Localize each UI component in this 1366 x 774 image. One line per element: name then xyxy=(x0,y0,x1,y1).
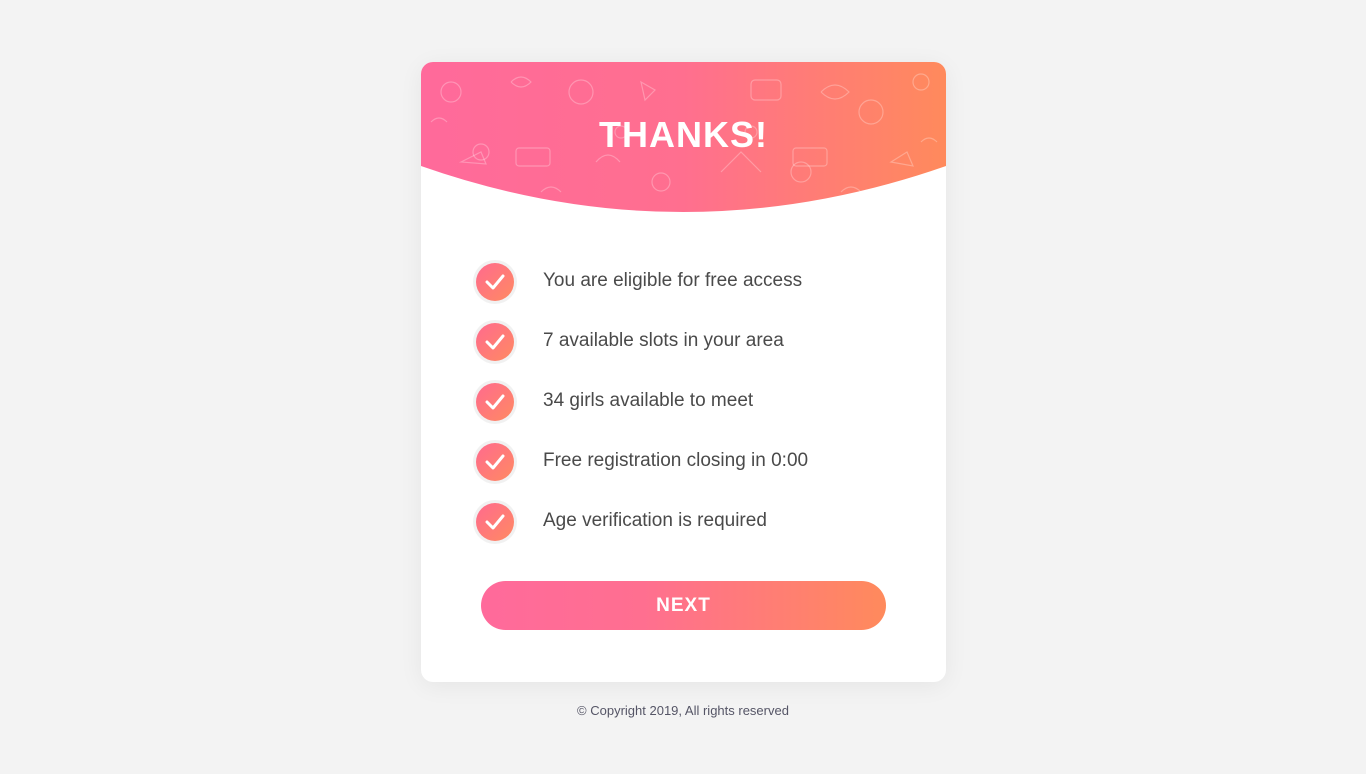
copyright-footer: © Copyright 2019, All rights reserved xyxy=(577,703,789,718)
list-item: 7 available slots in your area xyxy=(473,318,913,378)
check-badge xyxy=(473,440,517,484)
check-badge xyxy=(473,320,517,364)
checklist: You are eligible for free access 7 avail… xyxy=(473,258,913,558)
list-item: Age verification is required xyxy=(473,498,913,558)
check-badge xyxy=(473,500,517,544)
check-badge xyxy=(473,260,517,304)
list-item-label: You are eligible for free access xyxy=(543,270,803,291)
list-item-label: Free registration closing in 0:00 xyxy=(543,450,809,471)
check-icon xyxy=(485,334,505,350)
list-item: Free registration closing in 0:00 xyxy=(473,438,913,498)
check-icon xyxy=(485,514,505,530)
list-item-label: 7 available slots in your area xyxy=(543,330,784,351)
thanks-card: THANKS! You are eligible for free access… xyxy=(421,62,946,682)
check-icon xyxy=(485,274,505,290)
check-icon xyxy=(485,454,505,470)
list-item-label: Age verification is required xyxy=(543,510,767,531)
list-item-label: 34 girls available to meet xyxy=(543,390,754,411)
next-button[interactable]: NEXT xyxy=(481,581,886,630)
list-item: 34 girls available to meet xyxy=(473,378,913,438)
list-item: You are eligible for free access xyxy=(473,258,913,318)
check-icon xyxy=(485,394,505,410)
check-badge xyxy=(473,380,517,424)
card-header: THANKS! xyxy=(421,62,946,222)
page-title: THANKS! xyxy=(599,114,768,155)
